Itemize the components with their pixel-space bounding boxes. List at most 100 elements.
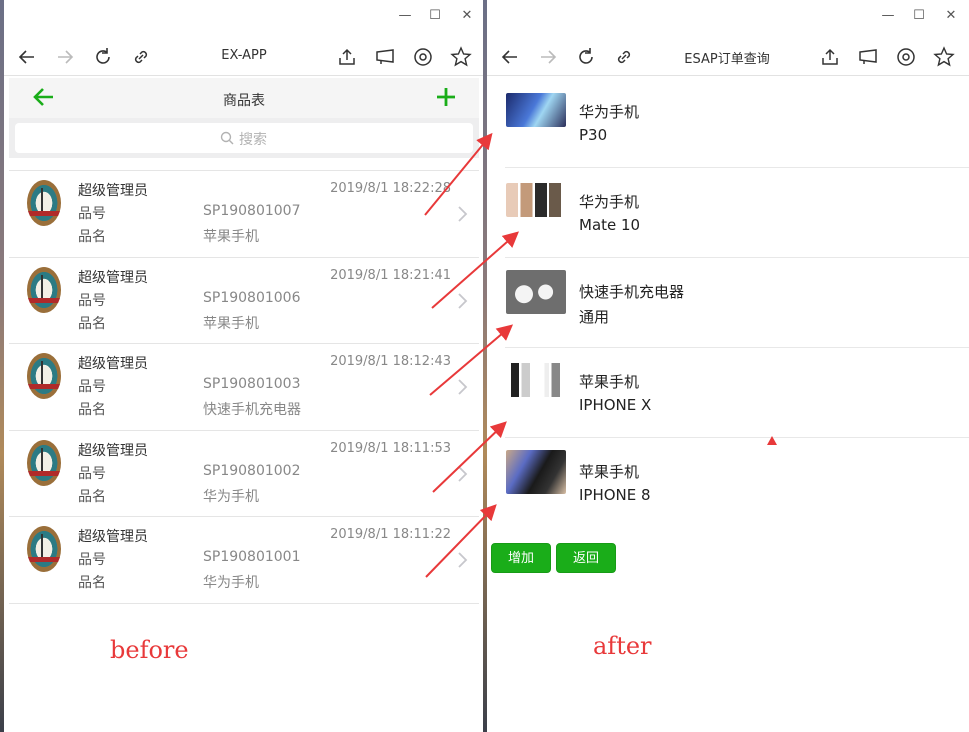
feedback-icon[interactable] [857, 46, 879, 68]
product-name: 苹果手机 [579, 463, 640, 481]
row-name: 华为手机 [203, 488, 259, 505]
row-code: SP190801003 [203, 376, 301, 393]
chevron-right-icon [458, 292, 468, 309]
list-item[interactable]: 超级管理员 2019/8/1 18:11:53 品号 SP190801002 品… [9, 431, 479, 518]
right-browser-window: — ☐ ✕ ESAP订单查询 华为手机 P30 华为手机 Mate 10 快速手… [487, 0, 969, 732]
minimize-icon[interactable]: — [877, 6, 899, 26]
browser-title: EX-APP [221, 48, 267, 63]
search-bar: 搜索 [9, 118, 479, 158]
window-titlebar: — ☐ ✕ [4, 0, 483, 32]
product-item[interactable]: 快速手机充电器 通用 [487, 258, 969, 348]
product-name: 华为手机 [579, 103, 640, 121]
forward-arrow-icon[interactable] [537, 46, 559, 68]
product-item[interactable]: 苹果手机 IPHONE 8 [487, 438, 969, 528]
product-model: IPHONE 8 [579, 486, 651, 504]
avatar [27, 180, 61, 226]
chrome-icon[interactable] [895, 46, 917, 68]
row-user: 超级管理员 [78, 442, 148, 459]
row-code-label: 品号 [78, 206, 106, 222]
before-annotation: before [110, 636, 189, 664]
search-icon [220, 131, 234, 145]
chevron-right-icon [458, 206, 468, 222]
row-time: 2019/8/1 18:11:22 [330, 527, 451, 543]
row-code-label: 品号 [78, 379, 106, 396]
row-code: SP190801006 [203, 289, 301, 306]
maximize-icon[interactable]: ☐ [424, 6, 446, 26]
star-icon[interactable] [450, 46, 472, 68]
row-name-label: 品名 [78, 315, 106, 332]
row-code-label: 品号 [78, 292, 106, 309]
row-name-label: 品名 [78, 488, 106, 505]
back-arrow-icon[interactable] [499, 46, 521, 68]
after-annotation: after [593, 632, 652, 660]
product-thumbnail [506, 93, 566, 127]
product-item[interactable]: 华为手机 Mate 10 [487, 168, 969, 258]
link-icon[interactable] [130, 46, 152, 68]
product-item[interactable]: 华为手机 P30 [487, 78, 969, 168]
add-icon[interactable] [433, 84, 459, 110]
back-arrow-icon[interactable] [16, 46, 38, 68]
row-code: SP190801007 [203, 203, 301, 219]
search-placeholder: 搜索 [239, 132, 267, 148]
product-model: P30 [579, 126, 608, 144]
chrome-icon[interactable] [412, 46, 434, 68]
chevron-right-icon [458, 466, 468, 482]
forward-arrow-icon[interactable] [54, 46, 76, 68]
minimize-icon[interactable]: — [394, 6, 416, 26]
row-user: 超级管理员 [78, 529, 148, 546]
row-user: 超级管理员 [78, 269, 148, 286]
product-thumbnail [506, 270, 566, 314]
return-button[interactable]: 返回 [556, 543, 616, 573]
product-thumbnail [506, 183, 566, 217]
browser-toolbar: EX-APP [4, 38, 483, 76]
list-item[interactable]: 超级管理员 2019/8/1 18:11:22 品号 SP190801001 品… [9, 517, 479, 604]
product-name: 华为手机 [579, 193, 640, 211]
refresh-icon[interactable] [575, 46, 597, 68]
row-time: 2019/8/1 18:11:53 [330, 440, 451, 456]
row-name-label: 品名 [78, 229, 106, 245]
page-title: 商品表 [223, 93, 265, 109]
product-thumbnail [506, 450, 566, 494]
browser-toolbar: ESAP订单查询 [487, 38, 969, 76]
product-list: 华为手机 P30 华为手机 Mate 10 快速手机充电器 通用 苹果手机 IP… [487, 78, 969, 528]
close-icon[interactable]: ✕ [456, 6, 478, 26]
product-record-list: 超级管理员 2019/8/1 18:22:28 品号 SP190801007 品… [9, 170, 479, 604]
star-icon[interactable] [933, 46, 955, 68]
row-name: 华为手机 [203, 575, 259, 592]
refresh-icon[interactable] [92, 46, 114, 68]
add-button[interactable]: 增加 [491, 543, 551, 573]
row-time: 2019/8/1 18:21:41 [330, 267, 451, 283]
avatar [27, 266, 61, 313]
link-icon[interactable] [613, 46, 635, 68]
product-thumbnail [506, 363, 566, 397]
feedback-icon[interactable] [374, 46, 396, 68]
row-name: 快速手机充电器 [203, 402, 301, 419]
red-triangle-marker [767, 436, 777, 445]
close-icon[interactable]: ✕ [940, 6, 962, 26]
share-icon[interactable] [819, 46, 841, 68]
row-code-label: 品号 [78, 465, 106, 482]
avatar [27, 526, 61, 573]
row-name: 苹果手机 [203, 229, 259, 245]
chevron-right-icon [458, 379, 468, 395]
list-item[interactable]: 超级管理员 2019/8/1 18:22:28 品号 SP190801007 品… [9, 171, 479, 258]
row-code-label: 品号 [78, 552, 106, 569]
maximize-icon[interactable]: ☐ [908, 6, 930, 26]
product-item[interactable]: 苹果手机 IPHONE X [487, 348, 969, 438]
row-code: SP190801001 [203, 549, 301, 566]
row-code: SP190801002 [203, 462, 301, 479]
browser-title: ESAP订单查询 [684, 52, 770, 67]
search-input[interactable]: 搜索 [15, 123, 473, 153]
row-time: 2019/8/1 18:22:28 [330, 181, 451, 196]
product-model: Mate 10 [579, 216, 641, 234]
list-item[interactable]: 超级管理员 2019/8/1 18:21:41 品号 SP190801006 品… [9, 258, 479, 345]
list-item[interactable]: 超级管理员 2019/8/1 18:12:43 品号 SP190801003 品… [9, 344, 479, 431]
app-header: 商品表 [9, 78, 479, 118]
row-user: 超级管理员 [78, 183, 148, 199]
avatar [27, 353, 61, 400]
row-name: 苹果手机 [203, 315, 259, 332]
product-model: 通用 [579, 308, 610, 326]
row-name-label: 品名 [78, 575, 106, 592]
row-user: 超级管理员 [78, 356, 148, 373]
share-icon[interactable] [336, 46, 358, 68]
